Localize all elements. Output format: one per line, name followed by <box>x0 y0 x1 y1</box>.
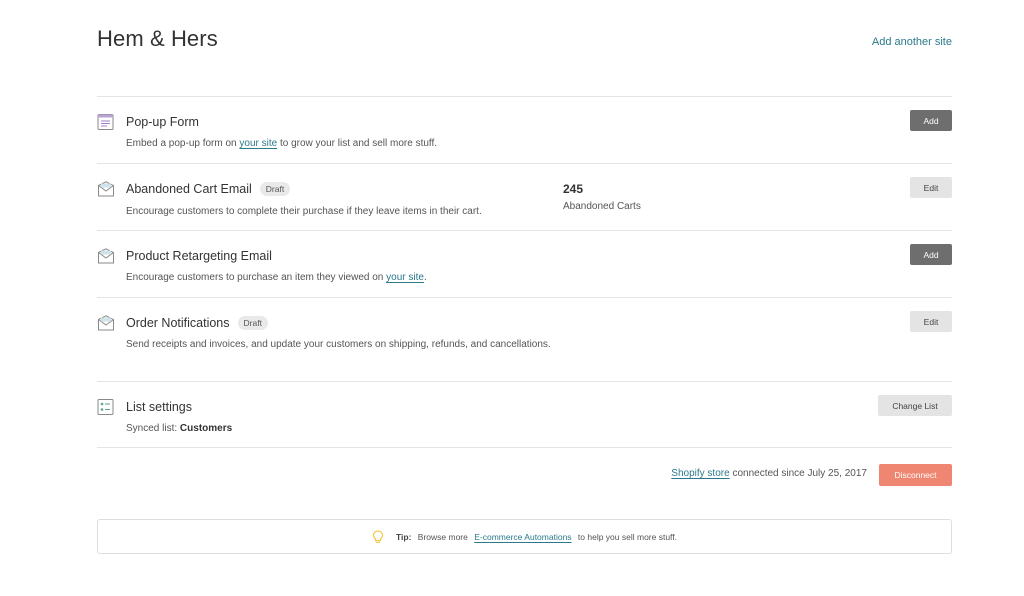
edit-abandoned-cart-button[interactable]: Edit <box>910 177 952 198</box>
lightbulb-icon <box>372 529 384 543</box>
product-retargeting-title: Product Retargeting Email <box>126 249 272 263</box>
list-item-abandoned-cart: Abandoned Cart Email Draft Encourage cus… <box>97 164 952 231</box>
tip-label: Tip: <box>396 531 412 542</box>
disconnect-button[interactable]: Disconnect <box>879 464 952 486</box>
list-item-list-settings: List settings Synced list: Customers Cha… <box>97 382 952 448</box>
email-icon <box>98 181 114 197</box>
order-notifications-description: Send receipts and invoices, and update y… <box>126 339 551 350</box>
abandoned-carts-stat: 245 Abandoned Carts <box>563 182 641 212</box>
list-settings-icon <box>97 399 114 415</box>
list-item-order-notifications: Order Notifications Draft Send receipts … <box>97 298 952 382</box>
automation-list: Pop-up Form Embed a pop-up form on your … <box>97 96 952 448</box>
synced-list-name: Customers <box>179 423 233 434</box>
tip-banner: Tip: Browse more E-commerce Automations … <box>97 519 952 554</box>
list-item-product-retargeting: Product Retargeting Email Encourage cust… <box>97 231 952 298</box>
ecommerce-automations-link[interactable]: E-commerce Automations <box>474 532 571 542</box>
abandoned-cart-description: Encourage customers to complete their pu… <box>126 206 482 217</box>
list-item-popup-form: Pop-up Form Embed a pop-up form on your … <box>97 97 952 164</box>
email-icon <box>98 248 114 264</box>
synced-list-description: Synced list: Customers <box>126 423 233 434</box>
add-product-retargeting-button[interactable]: Add <box>910 244 952 265</box>
change-list-button[interactable]: Change List <box>878 395 952 416</box>
your-site-link[interactable]: your site <box>386 272 424 283</box>
abandoned-cart-title: Abandoned Cart Email Draft <box>126 182 291 196</box>
order-notifications-title: Order Notifications Draft <box>126 316 268 330</box>
abandoned-carts-label: Abandoned Carts <box>563 201 641 212</box>
add-another-site-link[interactable]: Add another site <box>872 36 952 48</box>
email-icon <box>98 315 114 331</box>
your-site-link[interactable]: your site <box>239 138 277 149</box>
add-popup-form-button[interactable]: Add <box>910 110 952 131</box>
edit-order-notifications-button[interactable]: Edit <box>910 311 952 332</box>
shopify-store-link[interactable]: Shopify store <box>671 468 729 479</box>
abandoned-carts-count: 245 <box>563 182 584 196</box>
draft-badge: Draft <box>259 182 291 196</box>
form-icon <box>97 114 114 130</box>
draft-badge: Draft <box>237 316 268 330</box>
popup-form-title: Pop-up Form <box>126 115 199 129</box>
page-title: Hem & Hers <box>97 26 218 51</box>
list-settings-title: List settings <box>126 400 193 414</box>
popup-form-description: Embed a pop-up form on your site to grow… <box>126 138 438 149</box>
product-retargeting-description: Encourage customers to purchase an item … <box>126 272 427 283</box>
store-connection-status: Shopify store connected since July 25, 2… <box>671 468 867 479</box>
